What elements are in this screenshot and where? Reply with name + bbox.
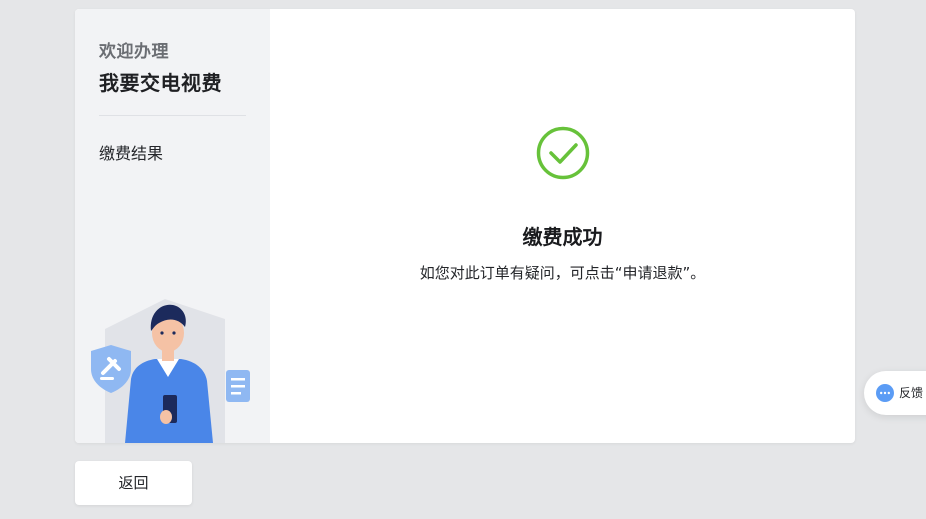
sidebar-title: 我要交电视费 xyxy=(99,71,222,95)
sidebar: 欢迎办理 我要交电视费 缴费结果 xyxy=(75,9,270,443)
sidebar-step-result: 缴费结果 xyxy=(99,144,164,163)
sidebar-divider xyxy=(99,115,246,116)
success-title: 缴费成功 xyxy=(522,225,603,249)
feedback-label: 反馈 xyxy=(899,386,924,400)
success-description: 如您对此订单有疑问，可点击“申请退款”。 xyxy=(419,264,706,282)
result-card: 欢迎办理 我要交电视费 缴费结果 缴费成功 如您对此订单有疑问，可点击“申请退款… xyxy=(75,9,855,443)
chat-bubble-icon xyxy=(876,384,894,402)
check-circle-icon xyxy=(536,126,590,180)
person-with-phone-illustration xyxy=(91,299,250,443)
sidebar-subtitle: 欢迎办理 xyxy=(99,42,169,62)
back-button[interactable]: 返回 xyxy=(75,461,192,505)
result-content: 缴费成功 如您对此订单有疑问，可点击“申请退款”。 xyxy=(270,9,855,443)
feedback-button[interactable]: 反馈 xyxy=(864,371,926,415)
